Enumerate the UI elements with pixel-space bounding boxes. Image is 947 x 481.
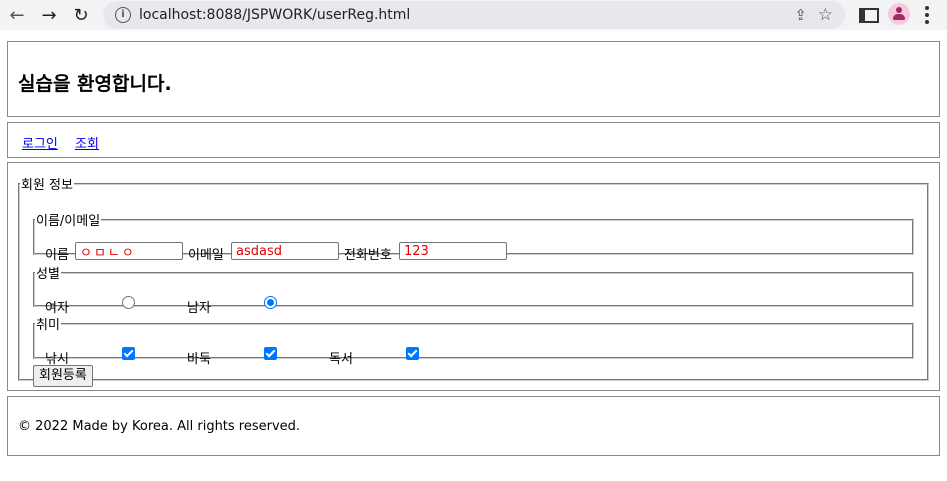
email-label: 이메일: [188, 248, 224, 263]
page-footer: © 2022 Made by Korea. All rights reserve…: [7, 396, 940, 456]
copyright-text: © 2022 Made by Korea. All rights reserve…: [18, 419, 301, 434]
address-bar[interactable]: i localhost:8088/JSPWORK/userReg.html ⇪ …: [103, 1, 845, 29]
name-email-fieldset: 이름/이메일 이름 이메일 전화번호: [33, 210, 914, 263]
site-info-icon[interactable]: i: [115, 7, 131, 23]
share-icon[interactable]: ⇪: [794, 6, 807, 24]
baduk-label: 바둑: [187, 352, 211, 367]
gender-fieldset: 성별 여자 남자: [33, 263, 914, 316]
name-input[interactable]: [75, 242, 183, 260]
reading-label: 독서: [329, 352, 353, 367]
register-button[interactable]: 회원등록: [33, 365, 93, 387]
name-label: 이름: [45, 248, 69, 263]
browser-toolbar: ← → ↻ i localhost:8088/JSPWORK/userReg.h…: [0, 0, 947, 30]
reload-icon[interactable]: ↻: [69, 4, 93, 26]
male-radio[interactable]: [264, 296, 277, 309]
url-text[interactable]: localhost:8088/JSPWORK/userReg.html: [139, 7, 410, 23]
page-title: 실습을 환영합니다.: [18, 73, 172, 95]
forward-icon[interactable]: →: [37, 4, 61, 26]
back-icon[interactable]: ←: [5, 4, 29, 26]
baduk-checkbox[interactable]: [264, 347, 277, 360]
main-section: 회원 정보 이름/이메일 이름 이메일 전화번호 성별 여자 남자 취미 낚시 …: [7, 162, 940, 391]
gender-legend: 성별: [36, 267, 60, 282]
member-info-legend: 회원 정보: [21, 178, 73, 193]
login-link[interactable]: 로그인: [22, 133, 58, 152]
name-email-legend: 이름/이메일: [36, 214, 101, 229]
side-panel-icon[interactable]: [859, 8, 879, 23]
nav-bar: 로그인 조회: [7, 122, 940, 158]
kebab-menu-icon[interactable]: [925, 6, 929, 24]
reading-checkbox[interactable]: [406, 347, 419, 360]
hobby-legend: 취미: [36, 318, 60, 333]
bookmark-star-icon[interactable]: ☆: [818, 5, 833, 25]
member-info-fieldset: 회원 정보 이름/이메일 이름 이메일 전화번호 성별 여자 남자 취미 낚시 …: [18, 174, 929, 387]
phone-label: 전화번호: [344, 248, 392, 263]
female-radio[interactable]: [122, 296, 135, 309]
fishing-checkbox[interactable]: [122, 347, 135, 360]
phone-input[interactable]: [399, 242, 507, 260]
hobby-fieldset: 취미 낚시 바둑 독서: [33, 314, 914, 367]
view-link[interactable]: 조회: [75, 133, 99, 152]
email-input[interactable]: [231, 242, 339, 260]
profile-avatar-icon[interactable]: [888, 3, 910, 25]
page-header: 실습을 환영합니다.: [7, 41, 940, 117]
